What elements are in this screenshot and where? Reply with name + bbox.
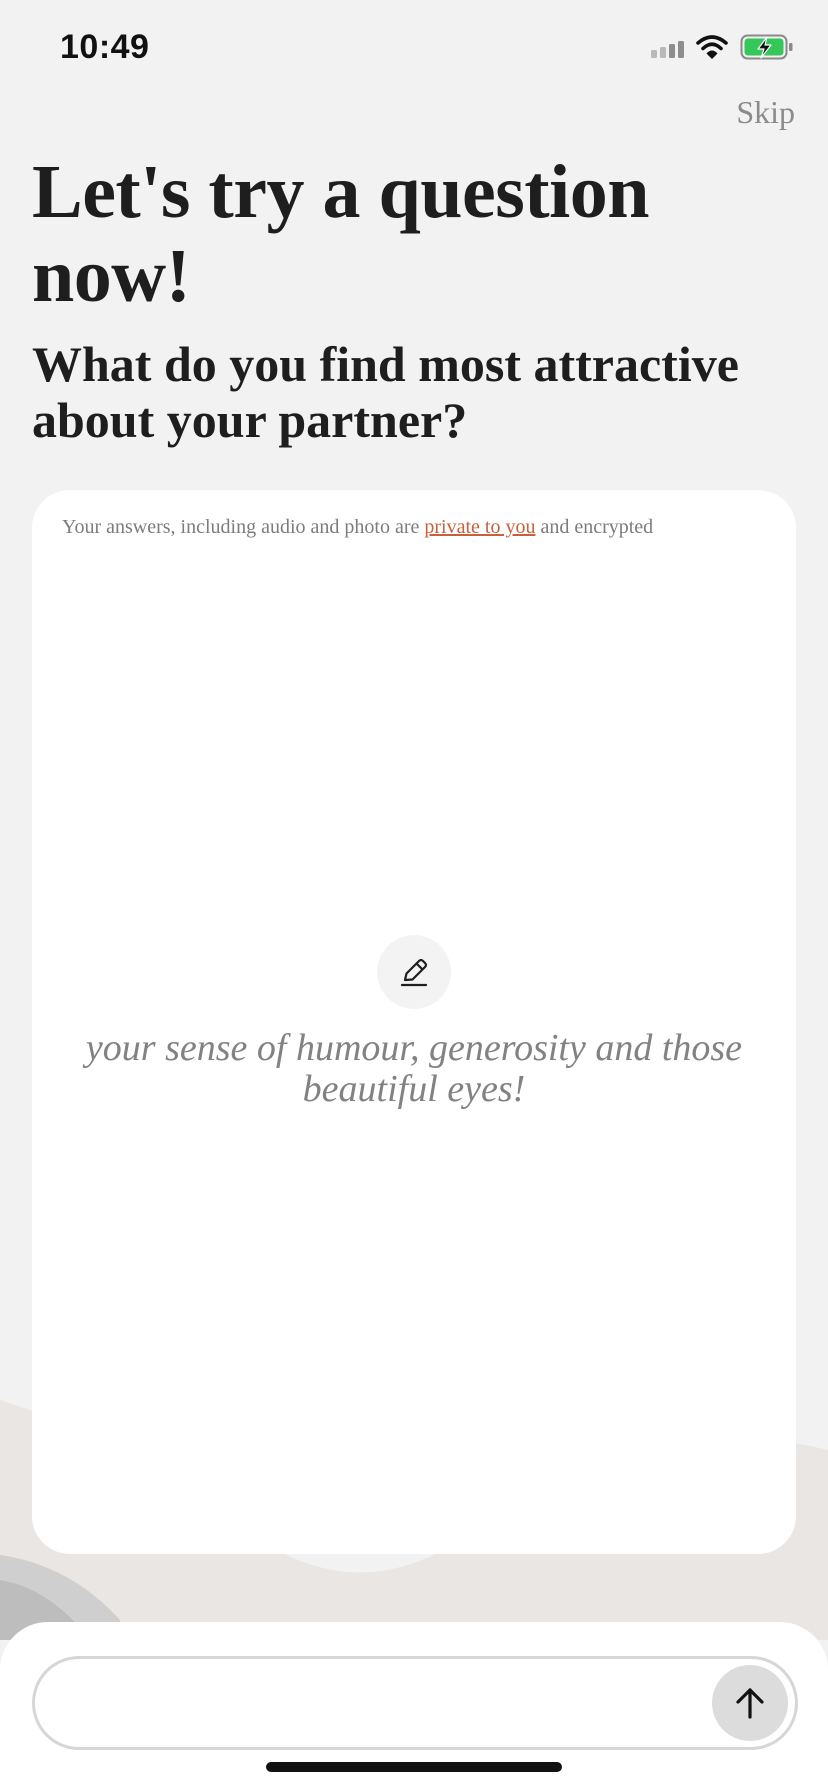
question-text: What do you find most attractive about y… <box>32 336 739 448</box>
privacy-link[interactable]: private to you <box>424 516 535 538</box>
arrow-up-icon <box>736 1688 764 1719</box>
status-icons <box>651 34 794 60</box>
cellular-signal-icon <box>651 36 684 58</box>
edit-button[interactable] <box>377 935 451 1009</box>
answer-input[interactable] <box>63 1659 717 1749</box>
home-indicator <box>266 1762 562 1772</box>
send-button[interactable] <box>712 1665 788 1741</box>
privacy-text-suffix: and encrypted <box>535 516 654 538</box>
battery-charging-icon <box>740 34 793 60</box>
answer-input-container[interactable] <box>32 1656 798 1750</box>
wifi-icon <box>696 35 728 59</box>
status-time: 10:49 <box>60 28 150 66</box>
pencil-icon <box>400 958 428 987</box>
privacy-notice: Your answers, including audio and photo … <box>62 516 782 539</box>
skip-button[interactable]: Skip <box>736 94 795 131</box>
privacy-text-prefix: Your answers, including audio and photo … <box>62 516 425 538</box>
answer-card[interactable]: Your answers, including audio and photo … <box>32 490 796 1554</box>
page-title: Let's try a question now! <box>32 150 650 318</box>
sample-answer: your sense of humour, generosity and tho… <box>85 1027 743 1110</box>
status-bar: 10:49 <box>0 0 828 100</box>
